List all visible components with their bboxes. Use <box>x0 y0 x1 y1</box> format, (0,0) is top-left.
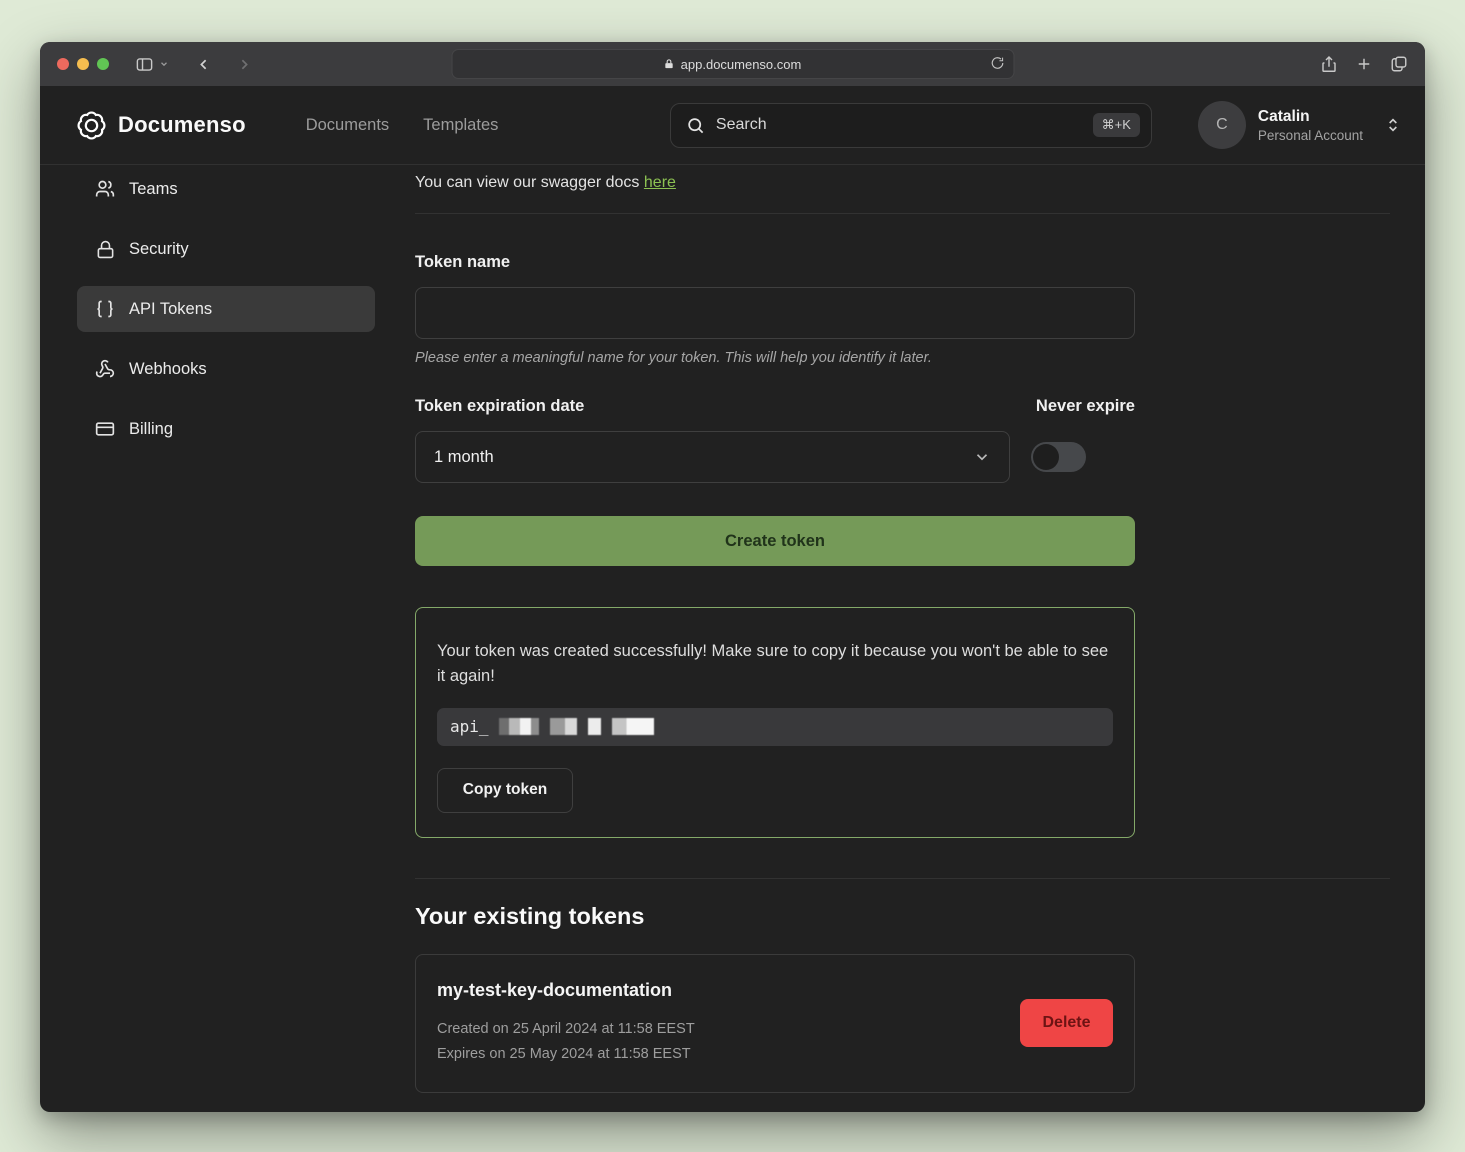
sidebar-menu-chevron-icon[interactable] <box>159 59 169 69</box>
braces-icon <box>95 299 115 319</box>
token-card: my-test-key-documentation Created on 25 … <box>415 954 1135 1094</box>
swagger-docs-note: You can view our swagger docs here <box>415 165 1390 192</box>
lock-icon <box>664 58 675 70</box>
token-card-name: my-test-key-documentation <box>437 980 695 1001</box>
expiration-label: Token expiration date <box>415 397 584 416</box>
sidebar-item-billing[interactable]: Billing <box>77 406 375 452</box>
tab-overview-icon[interactable] <box>1390 55 1408 73</box>
sidebar-item-security[interactable]: Security <box>77 226 375 272</box>
token-card-created: Created on 25 April 2024 at 11:58 EEST <box>437 1017 695 1042</box>
swagger-docs-link[interactable]: here <box>644 174 676 191</box>
settings-sidebar: Teams Security API Tokens Webhooks <box>77 165 375 1112</box>
api-tokens-panel: You can view our swagger docs here Token… <box>415 165 1390 1112</box>
search-input[interactable] <box>716 116 1082 134</box>
app-header: Documenso Documents Templates ⌘+K C Cata… <box>40 86 1425 165</box>
expiration-selected-value: 1 month <box>434 448 494 467</box>
address-bar[interactable]: app.documenso.com <box>451 49 1014 79</box>
copy-token-button[interactable]: Copy token <box>437 768 573 813</box>
lock-icon <box>95 240 115 259</box>
account-name: Catalin <box>1258 107 1363 128</box>
browser-toolbar: app.documenso.com <box>40 42 1425 86</box>
nav-documents[interactable]: Documents <box>306 116 389 135</box>
token-prefix: api_ <box>450 717 489 736</box>
search-bar[interactable]: ⌘+K <box>670 103 1152 148</box>
expiration-select[interactable]: 1 month <box>415 431 1010 483</box>
sidebar-item-webhooks[interactable]: Webhooks <box>77 346 375 392</box>
search-icon <box>686 116 705 135</box>
sidebar-item-api-tokens[interactable]: API Tokens <box>77 286 375 332</box>
token-name-label: Token name <box>415 253 1390 272</box>
account-type: Personal Account <box>1258 128 1363 143</box>
webhook-icon <box>95 359 115 379</box>
new-tab-icon[interactable] <box>1355 55 1373 73</box>
toggle-knob <box>1033 444 1059 470</box>
token-name-helper: Please enter a meaningful name for your … <box>415 350 1390 366</box>
create-token-button[interactable]: Create token <box>415 516 1135 566</box>
reload-icon[interactable] <box>990 56 1004 70</box>
sidebar-item-teams[interactable]: Teams <box>77 166 375 212</box>
delete-token-button[interactable]: Delete <box>1020 999 1113 1047</box>
browser-window: app.documenso.com Documenso Docum <box>40 42 1425 1112</box>
sidebar-item-label: Teams <box>129 180 178 199</box>
avatar: C <box>1198 101 1246 149</box>
chevron-down-icon <box>973 448 991 466</box>
traffic-lights <box>57 58 109 70</box>
top-navigation: Documents Templates <box>306 116 499 135</box>
url-text: app.documenso.com <box>681 57 802 72</box>
share-icon[interactable] <box>1320 55 1338 74</box>
documenso-logo-icon <box>76 110 107 141</box>
users-icon <box>95 179 115 199</box>
divider <box>415 878 1390 879</box>
never-expire-toggle[interactable] <box>1031 442 1086 472</box>
sidebar-item-label: Webhooks <box>129 360 207 379</box>
sidebar-item-label: API Tokens <box>129 300 212 319</box>
existing-tokens-heading: Your existing tokens <box>415 903 1390 930</box>
brand-name: Documenso <box>118 112 246 138</box>
redacted-token <box>499 718 654 735</box>
sidebar-item-label: Security <box>129 240 189 259</box>
chevrons-up-down-icon <box>1385 117 1401 133</box>
sidebar-item-label: Billing <box>129 420 173 439</box>
brand[interactable]: Documenso <box>76 110 246 141</box>
nav-templates[interactable]: Templates <box>423 116 498 135</box>
zoom-window-button[interactable] <box>97 58 109 70</box>
sidebar-toggle-icon[interactable] <box>135 55 154 74</box>
token-name-input[interactable] <box>415 287 1135 339</box>
token-created-alert: Your token was created successfully! Mak… <box>415 607 1135 838</box>
content: Teams Security API Tokens Webhooks <box>40 165 1425 1112</box>
token-value-field[interactable]: api_ <box>437 708 1113 746</box>
never-expire-label: Never expire <box>1036 397 1135 416</box>
token-created-message: Your token was created successfully! Mak… <box>437 639 1113 689</box>
account-menu[interactable]: C Catalin Personal Account <box>1198 101 1401 149</box>
divider <box>415 213 1390 214</box>
forward-icon[interactable] <box>236 56 253 73</box>
search-shortcut-badge: ⌘+K <box>1093 113 1140 137</box>
token-card-expires: Expires on 25 May 2024 at 11:58 EEST <box>437 1042 695 1067</box>
credit-card-icon <box>95 419 115 439</box>
minimize-window-button[interactable] <box>77 58 89 70</box>
close-window-button[interactable] <box>57 58 69 70</box>
back-icon[interactable] <box>195 56 212 73</box>
